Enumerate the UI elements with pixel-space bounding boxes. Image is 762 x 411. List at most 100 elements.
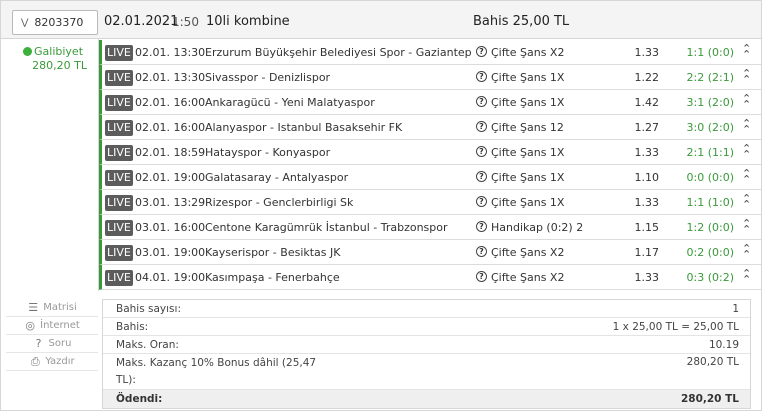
match-teams: Ankaragücü - Yeni Malatyaspor xyxy=(205,96,375,109)
chevron-double-up-icon[interactable]: ⌃ ⌃ xyxy=(742,218,751,235)
list-icon: ☰ xyxy=(28,300,39,314)
match-teams: Galatasaray - Antalyaspor xyxy=(205,171,349,184)
live-badge: LIVE xyxy=(105,195,133,211)
chevron-double-up-icon[interactable]: ⌃ ⌃ xyxy=(742,193,751,210)
match-market: Çifte Şans 1X xyxy=(491,71,565,84)
match-row: LIVE 02.01. 13:30 Erzurum Büyükşehir Beled… xyxy=(99,40,761,65)
coupon-date: 02.01.2021 xyxy=(104,14,179,29)
tool-list[interactable]: ☰ Matrisi xyxy=(6,299,98,317)
match-market: Çifte Şans X2 xyxy=(491,246,565,259)
match-odd: 1.33 xyxy=(634,196,660,209)
chevron-double-up-icon[interactable]: ⌃ ⌃ xyxy=(742,68,751,85)
bet-count-label: Bahis sayısı: xyxy=(116,303,181,315)
match-datetime: 02.01. 16:00 xyxy=(135,121,206,134)
tool-question[interactable]: ? Soru xyxy=(6,335,98,353)
coupon-panel: ⋁ 8203370 02.01.2021 1:50 10li kombine B… xyxy=(0,0,762,411)
tool-label: Yazdır xyxy=(45,356,75,367)
chevron-double-up-icon[interactable]: ⌃ ⌃ xyxy=(742,268,751,285)
coupon-toggle-button[interactable]: ⋁ 8203370 xyxy=(12,10,98,35)
coupon-id: 8203370 xyxy=(34,16,84,29)
match-teams: Rizespor - Genclerbirligi Sk xyxy=(205,196,354,209)
chevron-double-up-icon[interactable]: ⌃ ⌃ xyxy=(742,93,751,110)
live-badge: LIVE xyxy=(105,220,133,236)
match-teams: Kayserispor - Besiktas JK xyxy=(205,246,341,259)
match-score: 1:1 (0:0) xyxy=(686,46,735,59)
match-score: 0:3 (0:2) xyxy=(686,271,735,284)
match-row: LIVE 02.01. 19:00 Galatasaray - Antalyaspo… xyxy=(99,165,761,190)
match-datetime: 03.01. 13:29 xyxy=(135,196,206,209)
bet-count-value: 1 xyxy=(732,303,739,315)
tool-printer[interactable]: ⎙ Yazdır xyxy=(6,353,98,371)
match-teams: Hatayspor - Konyaspor xyxy=(205,146,331,159)
live-badge: LIVE xyxy=(105,170,133,186)
paid-value: 280,20 TL xyxy=(680,393,739,405)
max-win-label: Maks. Kazanç 10% Bonus dâhil (25,47 TL): xyxy=(116,357,317,386)
market-info-icon[interactable]: ? xyxy=(476,71,487,82)
coupon-stake: Bahis 25,00 TL xyxy=(473,14,570,29)
match-odd: 1.42 xyxy=(634,96,660,109)
match-datetime: 04.01. 19:00 xyxy=(135,271,206,284)
summary-row-bet-count: Bahis sayısı: 1 xyxy=(103,300,750,318)
match-odd: 1.17 xyxy=(634,246,660,259)
match-row: LIVE 03.01. 16:00 Centone Karagümrük İstan… xyxy=(99,215,761,240)
match-teams: Alanyaspor - Istanbul Basaksehir FK xyxy=(205,121,403,134)
market-info-icon[interactable]: ? xyxy=(476,121,487,132)
match-odd: 1.15 xyxy=(634,221,660,234)
live-badge: LIVE xyxy=(105,145,133,161)
match-row: LIVE 03.01. 19:00 Kayserispor - Besiktas J… xyxy=(99,240,761,265)
printer-icon: ⎙ xyxy=(30,354,40,368)
chevron-down-icon: ⋁ xyxy=(21,17,29,28)
chevron-double-up-icon[interactable]: ⌃ ⌃ xyxy=(742,143,751,160)
match-odd: 1.33 xyxy=(634,46,660,59)
market-info-icon[interactable]: ? xyxy=(476,196,487,207)
match-market: Çifte Şans X2 xyxy=(491,46,565,59)
market-info-icon[interactable]: ? xyxy=(476,271,487,282)
market-info-icon[interactable]: ? xyxy=(476,221,487,232)
market-info-icon[interactable]: ? xyxy=(476,46,487,57)
match-datetime: 03.01. 19:00 xyxy=(135,246,206,259)
chevron-double-up-icon[interactable]: ⌃ ⌃ xyxy=(742,168,751,185)
match-list: LIVE 02.01. 13:30 Erzurum Büyükşehir Beled… xyxy=(99,40,761,290)
match-score: 1:1 (1:0) xyxy=(686,196,735,209)
match-score: 2:2 (2:1) xyxy=(686,71,735,84)
match-market: Çifte Şans 1X xyxy=(491,171,565,184)
paid-label: Ödendi: xyxy=(116,393,163,405)
match-market: Çifte Şans 1X xyxy=(491,96,565,109)
max-win-value: 280,20 TL xyxy=(686,356,739,368)
tool-globe[interactable]: ◎ İnternet xyxy=(6,317,98,335)
summary-row-bets: Bahis: 1 x 25,00 TL = 25,00 TL xyxy=(103,318,750,336)
chevron-double-up-icon[interactable]: ⌃ ⌃ xyxy=(742,118,751,135)
match-teams: Kasımpaşa - Fenerbahçe xyxy=(205,271,340,284)
market-info-icon[interactable]: ? xyxy=(476,246,487,257)
market-info-icon[interactable]: ? xyxy=(476,146,487,157)
coupon-header: ⋁ 8203370 02.01.2021 1:50 10li kombine B… xyxy=(1,1,761,39)
live-badge: LIVE xyxy=(105,245,133,261)
match-market: Çifte Şans 12 xyxy=(491,121,564,134)
max-odds-value: 10.19 xyxy=(708,339,739,351)
market-info-icon[interactable]: ? xyxy=(476,171,487,182)
match-odd: 1.33 xyxy=(634,271,660,284)
live-badge: LIVE xyxy=(105,70,133,86)
market-info-icon[interactable]: ? xyxy=(476,96,487,107)
match-market: Handikap (0:2) 2 xyxy=(491,221,584,234)
match-market: Çifte Şans 1X xyxy=(491,196,565,209)
coupon-tools: ☰ Matrisi ◎ İnternet? Soru ⎙ Yazdır xyxy=(6,299,98,371)
match-row: LIVE 04.01. 19:00 Kasımpaşa - Fenerbahçe? Ç… xyxy=(99,265,761,290)
match-teams: Erzurum Büyükşehir Belediyesi Spor - Gaz… xyxy=(205,46,472,59)
chevron-double-up-icon[interactable]: ⌃ ⌃ xyxy=(742,43,751,60)
tool-label: Soru xyxy=(48,338,72,349)
match-datetime: 02.01. 18:59 xyxy=(135,146,206,159)
live-badge: LIVE xyxy=(105,95,133,111)
match-row: LIVE 02.01. 13:30 Sivasspor - Denizlispor?… xyxy=(99,65,761,90)
coupon-time: 1:50 xyxy=(172,15,199,29)
bets-label: Bahis: xyxy=(116,321,149,333)
match-odd: 1.27 xyxy=(634,121,660,134)
match-row: LIVE 02.01. 16:00 Ankaragücü - Yeni Malaty… xyxy=(99,90,761,115)
coupon-type: 10li kombine xyxy=(206,14,290,29)
match-odd: 1.33 xyxy=(634,146,660,159)
live-badge: LIVE xyxy=(105,270,133,286)
coupon-summary: Bahis sayısı: 1 Bahis: 1 x 25,00 TL = 25… xyxy=(102,299,751,409)
live-badge: LIVE xyxy=(105,120,133,136)
chevron-double-up-icon[interactable]: ⌃ ⌃ xyxy=(742,243,751,260)
tool-label: Matrisi xyxy=(43,302,77,313)
